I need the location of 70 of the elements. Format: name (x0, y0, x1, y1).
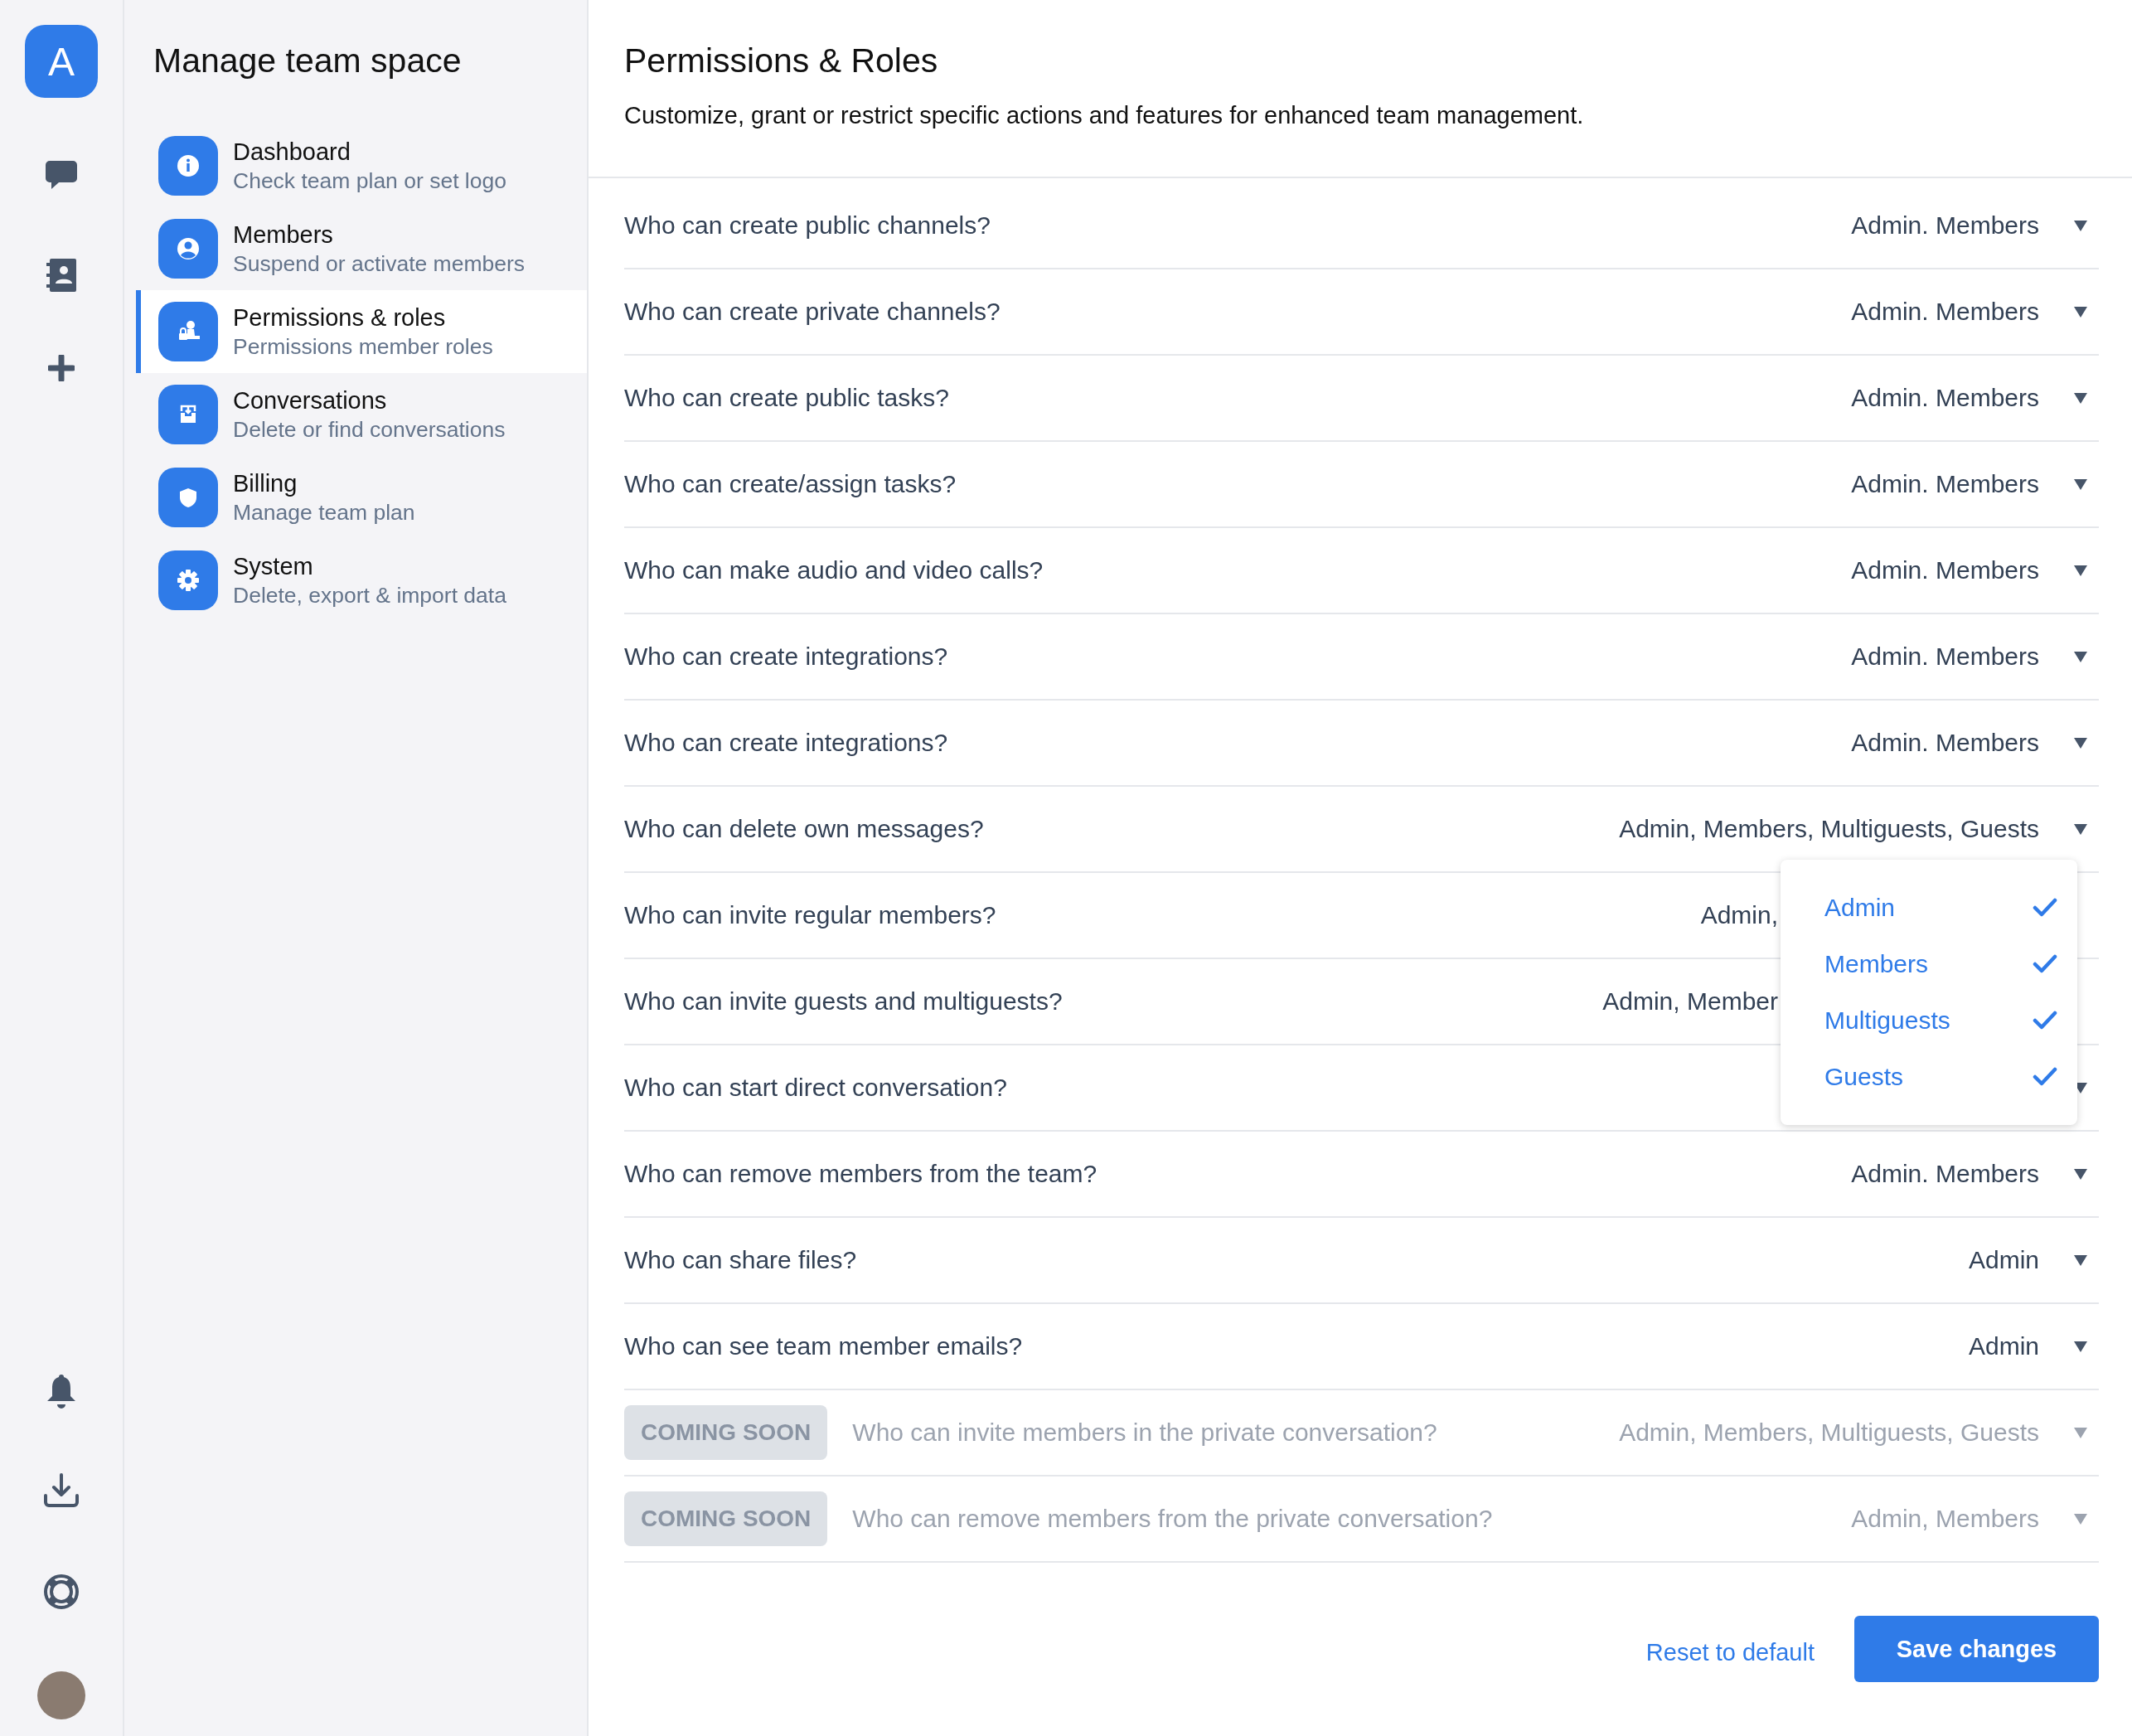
caret-icon[interactable] (2074, 737, 2087, 749)
plus-icon[interactable] (48, 355, 75, 381)
chat-bubble-icon[interactable] (46, 161, 77, 191)
permission-question: Who can create/assign tasks? (624, 470, 957, 498)
bell-icon[interactable] (46, 1374, 76, 1409)
caret-icon[interactable] (2074, 478, 2087, 490)
permission-question: Who can create public tasks? (624, 384, 949, 412)
role-select-value[interactable]: Admin (1968, 1332, 2039, 1360)
download-icon[interactable] (43, 1473, 80, 1508)
caret-icon[interactable] (2074, 392, 2087, 404)
permission-question: Who can delete own messages? (624, 815, 984, 843)
role-select-value[interactable]: Admin. Members (1851, 470, 2039, 498)
role-select-value[interactable]: Admin, (1700, 901, 1778, 929)
role-option[interactable]: Admin (1781, 880, 2077, 936)
permission-question: Who can create integrations? (624, 729, 948, 757)
role-select-value[interactable]: Admin. Members (1851, 643, 2039, 671)
permission-question: Who can start direct conversation? (624, 1074, 1007, 1102)
role-option[interactable]: Guests (1781, 1049, 2077, 1105)
sidebar-item[interactable]: Conversations Delete or find conversations (136, 373, 587, 456)
shield-icon (158, 468, 218, 527)
caret-icon[interactable] (2074, 306, 2087, 318)
caret-icon[interactable] (2074, 1341, 2087, 1352)
caret-icon[interactable] (2074, 1168, 2087, 1180)
permission-question: Who can invite guests and multiguests? (624, 987, 1063, 1016)
sidebar-item[interactable]: System Delete, export & import data (136, 539, 587, 622)
role-select-value[interactable]: Admin. Members (1851, 211, 2039, 240)
save-changes-button[interactable]: Save changes (1854, 1616, 2099, 1682)
sidebar-title: Manage team space (153, 41, 463, 81)
caret-icon[interactable] (2074, 565, 2087, 576)
role-select-value[interactable]: Admin. Members (1851, 384, 2039, 412)
page-description: Customize, grant or restrict specific actions and features for enhanced team management. (624, 101, 1584, 130)
caret-icon[interactable] (2074, 651, 2087, 662)
role-select-value[interactable]: Admin, Member (1602, 987, 1778, 1016)
inbox-tray-icon (158, 385, 218, 444)
permission-question: Who can make audio and video calls? (624, 556, 1044, 584)
avatar-photo-placeholder[interactable] (37, 1671, 85, 1719)
role-select-value[interactable]: Admin (1968, 1246, 2039, 1274)
permission-question: Who can share files? (624, 1246, 857, 1274)
caret-icon[interactable] (2074, 1254, 2087, 1266)
caret-icon[interactable] (2074, 823, 2087, 835)
coming-soon-badge: COMING SOON (624, 1405, 828, 1460)
info-icon (158, 136, 218, 196)
sidebar-item[interactable]: Members Suspend or activate members (136, 207, 587, 290)
permission-question: Who can create integrations? (624, 643, 948, 671)
permission-question: Who can invite regular members? (624, 901, 996, 929)
role-option[interactable]: Members (1781, 936, 2077, 992)
permission-question: Who can create private channels? (624, 298, 1001, 326)
role-select-value[interactable]: Admin, Members, Multiguests, Guests (1619, 815, 2039, 843)
permission-question: Who can see team member emails? (624, 1332, 1023, 1360)
permission-question: Who can remove members from the team? (624, 1160, 1097, 1188)
user-lock-icon (158, 302, 218, 361)
coming-soon-badge: COMING SOON (624, 1491, 828, 1546)
role-select-value[interactable]: Admin. Members (1851, 1160, 2039, 1188)
sidebar-item[interactable]: Billing Manage team plan (136, 456, 587, 539)
reset-to-default-link[interactable]: Reset to default (1645, 1638, 1815, 1666)
permission-question: Who can create public channels? (624, 211, 991, 240)
permission-question: Who can invite members in the private conversation? (852, 1418, 1437, 1447)
contact-book-icon[interactable] (46, 259, 76, 292)
sidebar-item[interactable]: Permissions & roles Permissions member roles (136, 290, 587, 373)
permission-question: Who can remove members from the private conversation? (852, 1505, 1493, 1533)
role-select-value[interactable]: Admin. Members (1851, 298, 2039, 326)
gear-icon (158, 550, 218, 610)
role-option[interactable]: Multiguests (1781, 992, 2077, 1049)
role-select-value[interactable]: Admin. Members (1851, 556, 2039, 584)
page-title: Permissions & Roles (624, 41, 939, 81)
sidebar-item[interactable]: Dashboard Check team plan or set logo (136, 124, 587, 207)
caret-icon[interactable] (2074, 220, 2087, 231)
app-logo[interactable]: A (25, 25, 98, 98)
lifebuoy-icon[interactable] (44, 1574, 79, 1609)
role-select-value[interactable]: Admin. Members (1851, 729, 2039, 757)
